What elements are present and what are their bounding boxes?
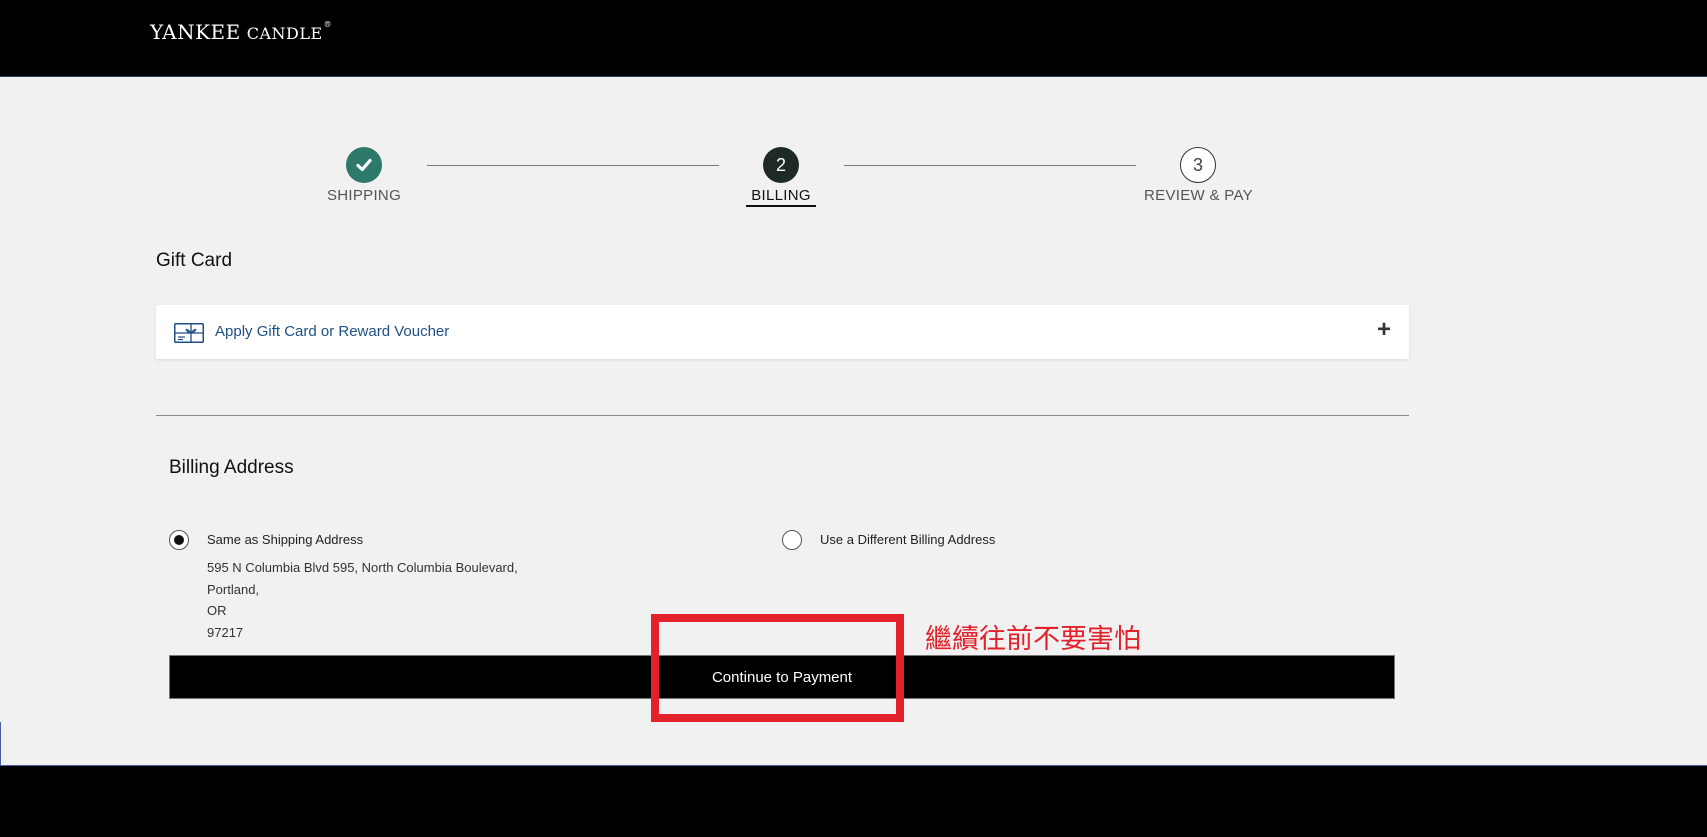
apply-gift-card-link[interactable]: Apply Gift Card or Reward Voucher: [215, 323, 449, 340]
same-as-shipping-radio[interactable]: [169, 530, 189, 550]
address-city: Portland,: [207, 582, 260, 597]
step-label-review-pay: REVIEW & PAY: [1144, 187, 1253, 204]
site-header: YANKEE CANDLE®: [0, 0, 1707, 77]
different-billing-label[interactable]: Use a Different Billing Address: [820, 532, 995, 547]
gift-card-heading: Gift Card: [156, 250, 233, 271]
stepper-line-1: [427, 165, 719, 166]
address-line-1: 595 N Columbia Blvd 595, North Columbia …: [207, 560, 518, 575]
logo-sub-text: CANDLE: [246, 24, 323, 43]
address-state: OR: [207, 603, 227, 618]
checkout-main: SHIPPING 2 BILLING 3 REVIEW & PAY Gift C…: [0, 77, 1707, 766]
yankee-candle-logo[interactable]: YANKEE CANDLE®: [150, 20, 332, 44]
step-shipping-complete[interactable]: [346, 147, 382, 183]
logo-main-text: YANKEE: [150, 20, 241, 44]
step-label-shipping[interactable]: SHIPPING: [325, 187, 403, 204]
same-as-shipping-label[interactable]: Same as Shipping Address: [207, 532, 363, 547]
step-label-billing: BILLING: [746, 187, 816, 207]
focus-edge: [0, 722, 1, 765]
checkmark-icon: [356, 158, 372, 172]
section-divider: [156, 415, 1409, 416]
address-zip: 97217: [207, 625, 244, 640]
logo-trademark: ®: [323, 20, 333, 29]
annotation-note: 繼續往前不要害怕: [925, 624, 1141, 655]
billing-address-heading: Billing Address: [169, 457, 294, 478]
plus-icon[interactable]: +: [1377, 318, 1391, 342]
continue-to-payment-button[interactable]: Continue to Payment: [169, 655, 1395, 699]
stepper-line-2: [844, 165, 1136, 166]
step-review-number: 3: [1180, 147, 1216, 183]
page-footer: [0, 766, 1707, 837]
step-billing-number: 2: [763, 147, 799, 183]
checkout-page: YANKEE CANDLE® SHIPPING 2 BILLING 3 REVIE…: [0, 0, 1707, 837]
gift-card-icon: [174, 323, 204, 343]
gift-card-accordion[interactable]: Apply Gift Card or Reward Voucher +: [156, 305, 1409, 359]
different-billing-radio[interactable]: [782, 530, 802, 550]
